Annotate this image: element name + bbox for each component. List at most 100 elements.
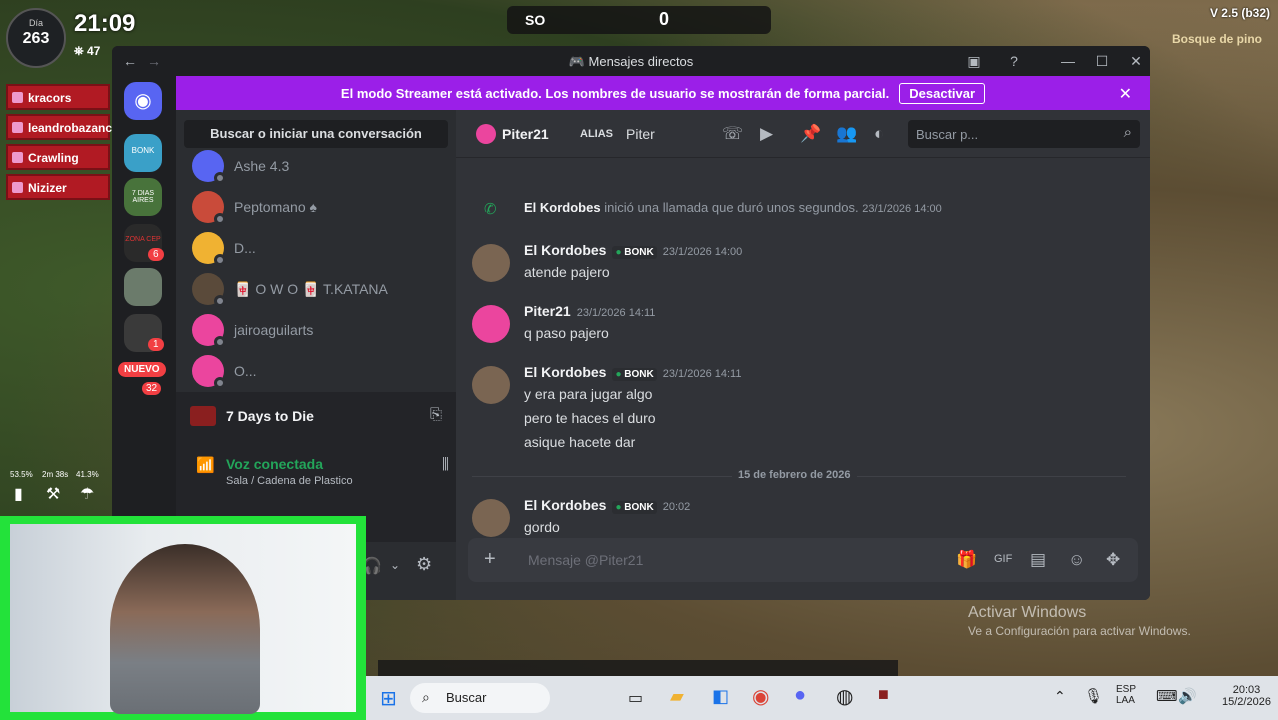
taskbar-search[interactable]: ⌕ Buscar xyxy=(410,683,550,713)
dm-item[interactable]: O... xyxy=(192,351,442,391)
alias-label: ALIAS xyxy=(580,128,613,140)
maximize-button[interactable]: ☐ xyxy=(1092,51,1112,71)
apps-icon[interactable]: ✥ xyxy=(1106,550,1120,570)
app-icon[interactable]: ◍ xyxy=(836,684,853,709)
clan-badge: ● BONK xyxy=(612,246,657,259)
avatar[interactable] xyxy=(472,499,510,537)
gif-icon[interactable]: GIF xyxy=(994,553,1012,565)
dm-name: 🀄 O W O 🀄 T.KATANA xyxy=(234,281,388,297)
emoji-icon[interactable]: ☺ xyxy=(1068,550,1085,570)
author-name[interactable]: El Kordobes xyxy=(524,364,606,380)
server-icon-bonk[interactable]: BONK xyxy=(124,134,162,172)
window-title: 🎮 Mensajes directos xyxy=(112,54,1150,70)
dm-item[interactable]: jairoaguilarts xyxy=(192,310,442,350)
store-icon[interactable]: ◧ xyxy=(712,686,729,707)
message-composer[interactable]: + Mensaje @Piter21 🎁 GIF ▤ ☺ ✥ xyxy=(468,538,1138,582)
file-explorer-icon[interactable]: ▰ xyxy=(670,686,684,707)
windows-start-icon[interactable]: ⊞ xyxy=(380,686,397,711)
add-attachment-icon[interactable]: + xyxy=(484,548,496,571)
video-icon[interactable]: ▶ xyxy=(760,124,773,144)
player-count: ⛯ 47 xyxy=(74,44,101,58)
chevron-up-icon[interactable]: ⌃ xyxy=(1054,688,1066,705)
discord-icon: 🎮 xyxy=(568,54,585,69)
close-button[interactable]: ✕ xyxy=(1126,51,1146,71)
dm-item[interactable]: D... xyxy=(192,228,442,268)
profile-icon[interactable]: ◐ xyxy=(874,124,884,144)
find-conversation-button[interactable]: Buscar o iniciar una conversación xyxy=(184,120,448,148)
help-icon[interactable]: ? xyxy=(1004,51,1024,71)
call-icon[interactable]: ☏ xyxy=(722,124,743,144)
inbox-icon[interactable]: ▣ xyxy=(964,51,984,71)
author-name[interactable]: Piter21 xyxy=(524,303,571,319)
buff-value: 53.5% xyxy=(10,470,33,479)
clock-date: 15/2/2026 xyxy=(1222,696,1271,708)
status-indicator xyxy=(214,336,226,348)
avatar[interactable] xyxy=(472,244,510,282)
day-counter: Día 263 xyxy=(6,8,66,68)
task-view-icon[interactable]: ▭ xyxy=(628,688,643,708)
dm-name: O... xyxy=(234,363,257,379)
call-author[interactable]: El Kordobes xyxy=(524,200,601,215)
taskbar-clock[interactable]: 20:03 15/2/2026 xyxy=(1222,684,1271,708)
game-title: 7 Days to Die xyxy=(226,408,314,424)
day-number: 263 xyxy=(22,30,50,47)
avatar[interactable] xyxy=(472,366,510,404)
clan-badge: ● BONK xyxy=(612,368,657,381)
status-indicator xyxy=(214,377,226,389)
gift-icon[interactable]: 🎁 xyxy=(956,550,977,570)
call-time: 23/1/2026 14:00 xyxy=(862,203,942,215)
microphone-icon[interactable]: 🎙 xyxy=(1084,687,1103,705)
biome-label: Bosque de pino xyxy=(1172,32,1262,46)
discord-taskbar-icon[interactable]: ● xyxy=(794,684,806,707)
volume-icon[interactable]: 🔊 xyxy=(1178,687,1197,705)
call-event-text: El Kordobes inició una llamada que duró … xyxy=(524,200,942,215)
new-badge: NUEVO xyxy=(118,362,166,377)
chrome-icon[interactable]: ◉ xyxy=(752,684,769,709)
language-indicator[interactable]: ESP LAA xyxy=(1116,684,1136,706)
voice-channel[interactable]: Sala / Cadena de Plastico xyxy=(226,475,353,487)
settings-gear-icon[interactable]: ⚙ xyxy=(416,554,432,575)
noise-suppression-icon[interactable]: ⫼ xyxy=(442,456,449,473)
close-banner-icon[interactable]: ✕ xyxy=(1119,84,1132,104)
message-header: El Kordobes ● BONK 23/1/2026 14:11 xyxy=(524,364,741,381)
banner-text: El modo Streamer está activado. Los nomb… xyxy=(340,85,890,101)
search-input[interactable]: Buscar p... ⌕ xyxy=(908,120,1140,148)
window-title-text: Mensajes directos xyxy=(588,54,694,69)
message-text: y era para jugar algo xyxy=(524,386,653,402)
discord-home-icon[interactable]: ◉ xyxy=(124,82,162,120)
compass: SO 0 xyxy=(507,6,771,34)
buff-value: 2m 38s xyxy=(42,470,69,479)
server-icon-7dias[interactable]: 7 DIAS AIRES xyxy=(124,178,162,216)
author-name[interactable]: El Kordobes xyxy=(524,497,606,513)
pin-icon[interactable]: 📌 xyxy=(800,124,821,144)
author-name[interactable]: El Kordobes xyxy=(524,242,606,258)
timestamp: 23/1/2026 14:00 xyxy=(662,246,743,258)
deactivate-button[interactable]: Desactivar xyxy=(899,82,986,104)
voice-status[interactable]: Voz conectada xyxy=(226,456,323,472)
badge-text: BONK xyxy=(624,369,654,380)
chat-username[interactable]: Piter21 xyxy=(502,126,549,142)
server-icon[interactable] xyxy=(124,268,162,306)
add-friend-icon[interactable]: 👥 xyxy=(836,124,857,144)
message-placeholder: Mensaje @Piter21 xyxy=(528,552,644,568)
minimize-button[interactable]: — xyxy=(1058,51,1078,71)
network-icon[interactable]: ⌨ xyxy=(1156,687,1178,705)
dm-item[interactable]: Peptomano ♠ xyxy=(192,187,442,227)
status-indicator xyxy=(214,213,226,225)
watermark-title: Activar Windows xyxy=(968,604,1087,621)
streamer-video xyxy=(110,544,260,714)
phone-icon: ✆ xyxy=(484,201,497,218)
chevron-down-icon[interactable]: ⌄ xyxy=(390,558,400,572)
player-tag: kracors xyxy=(6,84,110,110)
screen-share-icon[interactable]: ⎘ xyxy=(430,406,442,423)
dm-item[interactable]: Ashe 4.3 xyxy=(192,146,442,186)
message-header: El Kordobes ● BONK 20:02 xyxy=(524,497,690,514)
game-taskbar-icon[interactable]: ■ xyxy=(878,684,889,705)
sticker-icon[interactable]: ▤ xyxy=(1030,550,1046,570)
alias-value: Piter xyxy=(626,126,655,142)
message: El Kordobes ● BONK 23/1/2026 14:11 y era p… xyxy=(472,364,1130,454)
message: El Kordobes ● BONK 23/1/2026 14:00 atende … xyxy=(472,242,1130,286)
dm-item[interactable]: 🀄 O W O 🀄 T.KATANA xyxy=(192,269,442,309)
avatar[interactable] xyxy=(472,305,510,343)
message-text: gordo xyxy=(524,519,560,535)
